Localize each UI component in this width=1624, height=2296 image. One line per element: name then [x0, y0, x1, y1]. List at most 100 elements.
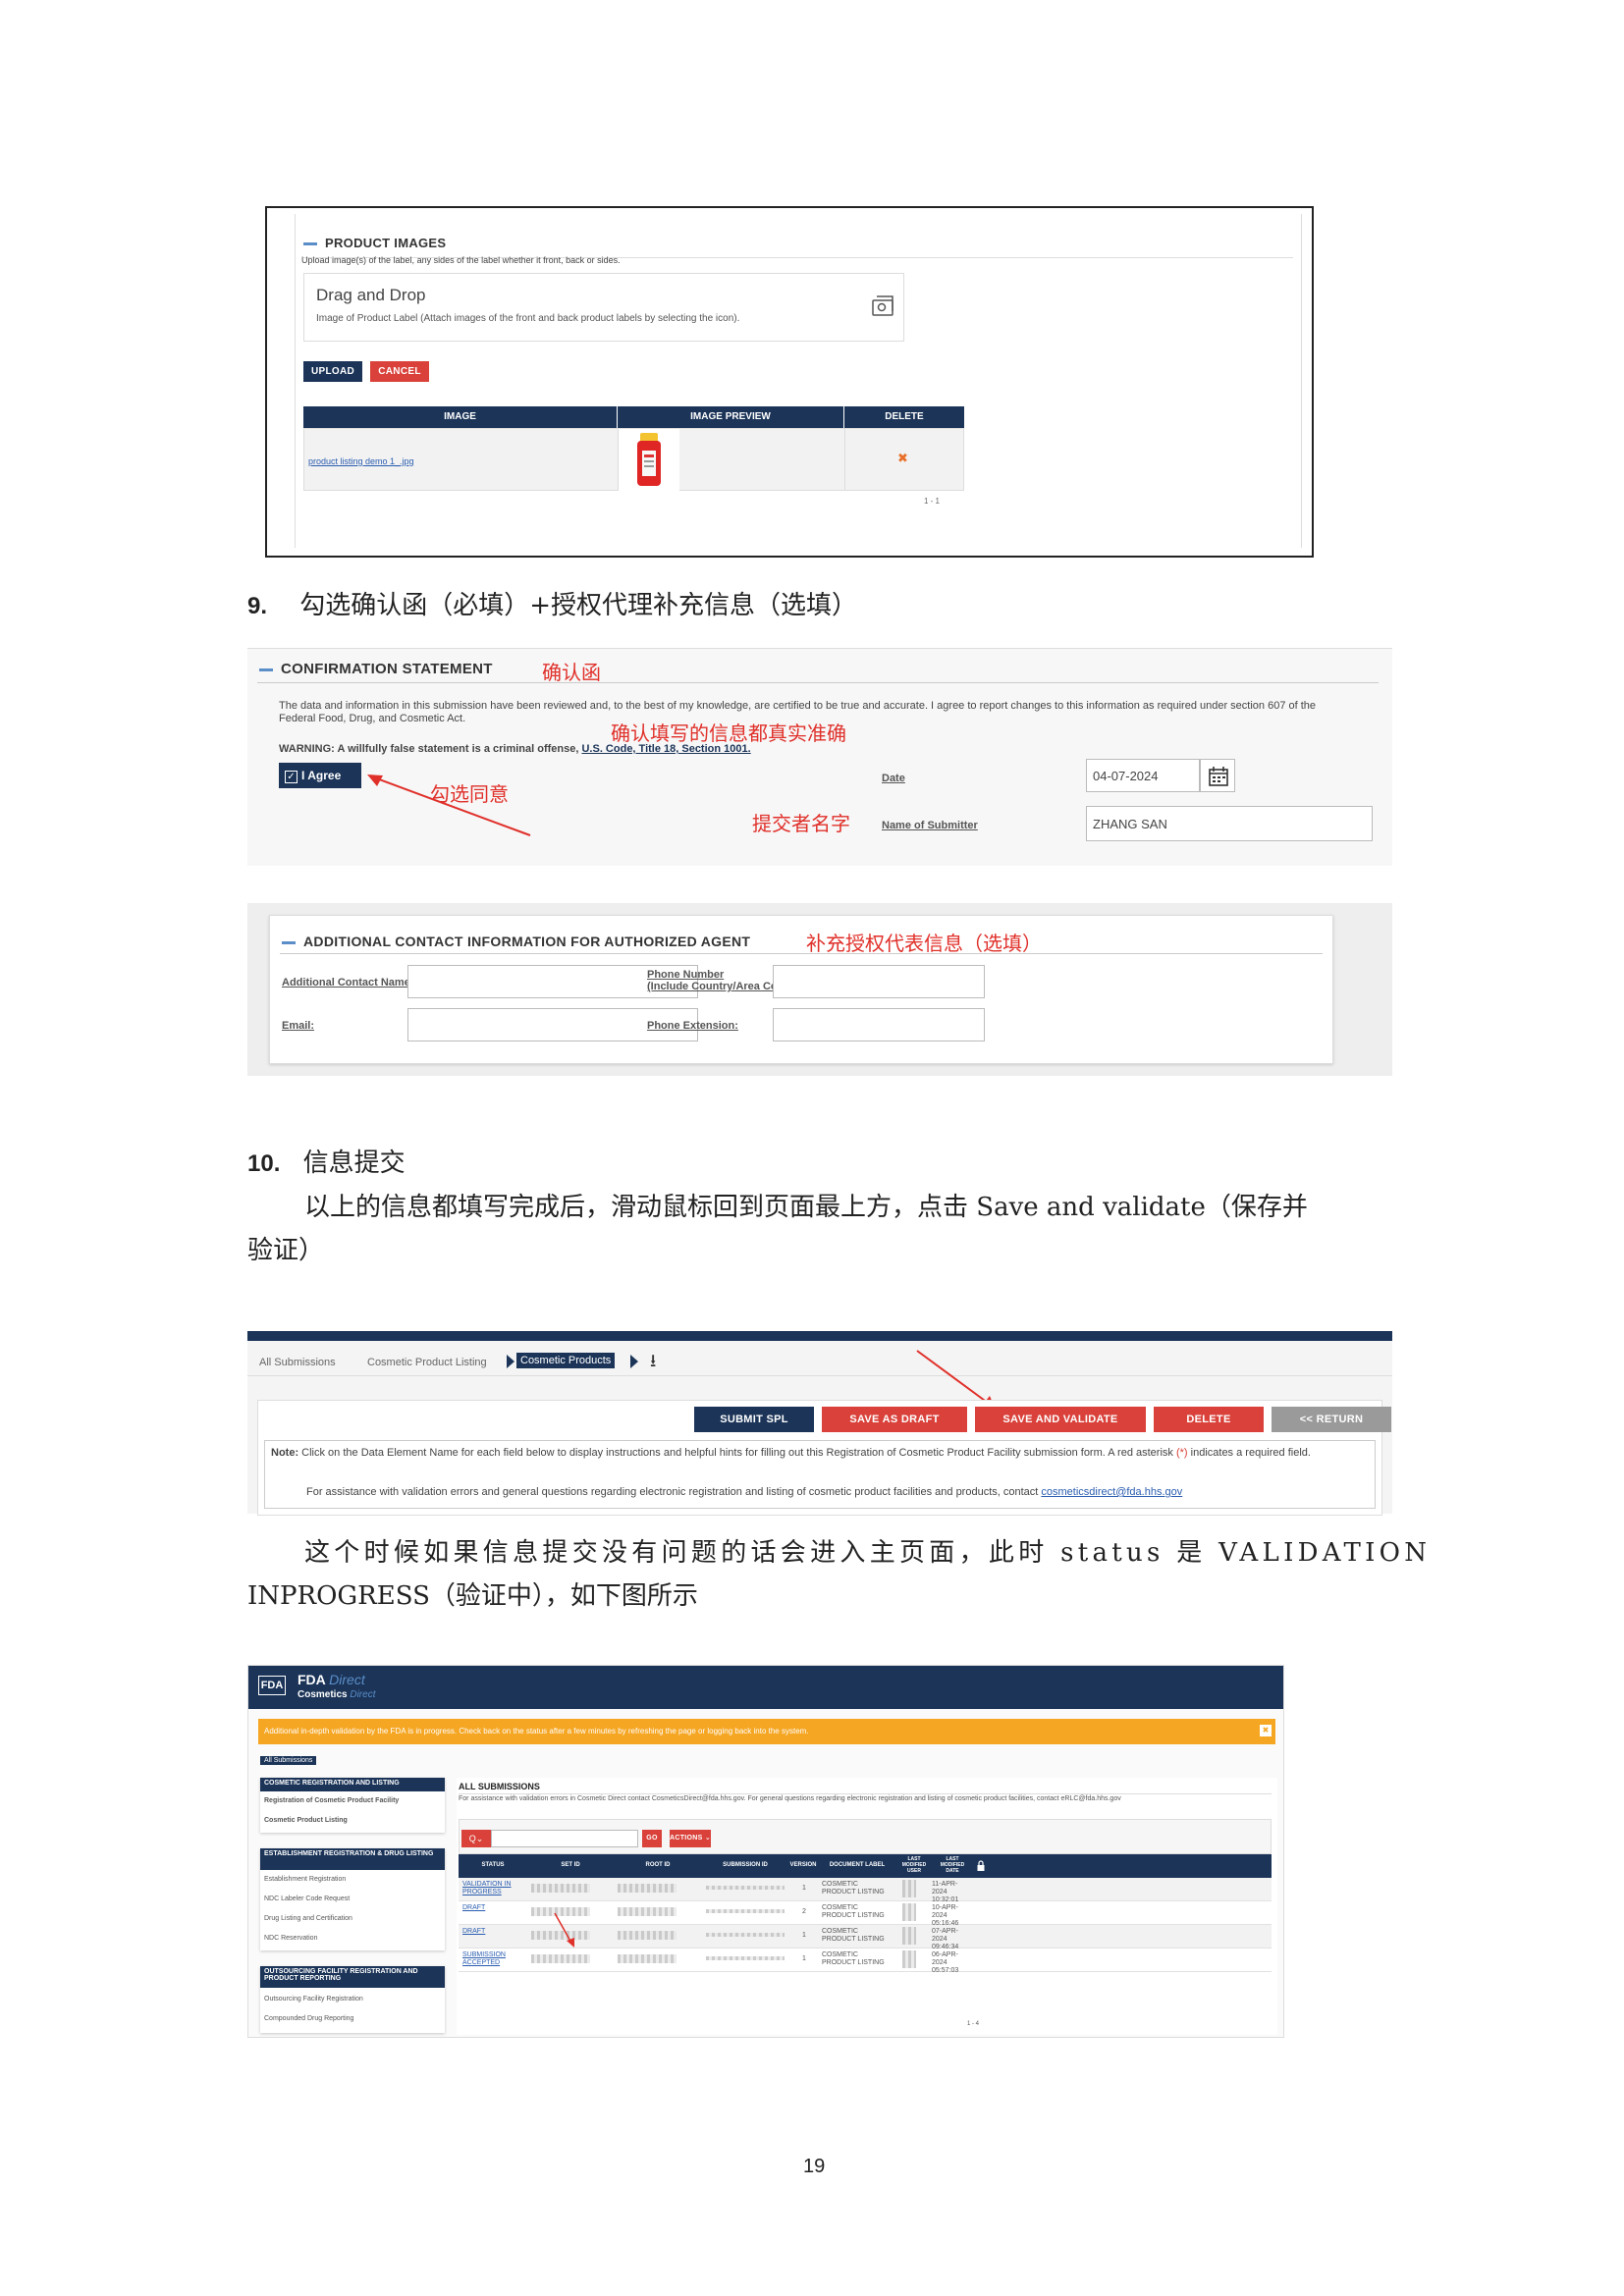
save-as-draft-button[interactable]: SAVE AS DRAFT [822, 1407, 967, 1432]
table-row[interactable]: DRAFT 1 COSMETIC PRODUCT LISTING 07-APR-… [459, 1925, 1272, 1950]
step-10-title: 信息提交 [302, 1148, 406, 1178]
nav-group: COSMETIC REGISTRATION AND LISTING Regist… [260, 1778, 445, 1833]
submissions-table-header: STATUS SET ID ROOT ID SUBMISSION ID VERS… [459, 1854, 1272, 1878]
warning-text: WARNING: A willfully false statement is … [279, 743, 751, 755]
step-9-heading: 9. 勾选确认函（必填）+授权代理补充信息（选填） [247, 585, 857, 621]
date-input[interactable] [1086, 759, 1200, 792]
i-agree-label: I Agree [301, 769, 342, 782]
redacted-submission-id [706, 1933, 785, 1937]
table-pager: 1 - 1 [924, 497, 941, 506]
search-input[interactable] [491, 1830, 638, 1847]
drag-drop-hint: Image of Product Label (Attach images of… [316, 313, 740, 324]
main-title: ALL SUBMISSIONS [459, 1782, 540, 1791]
product-images-title: PRODUCT IMAGES [303, 236, 446, 250]
breadcrumb: All Submissions Cosmetic Product Listing… [247, 1341, 1392, 1376]
table-pager: 1 - 4 [967, 2021, 980, 2027]
toolbar-panel: SUBMIT SPL SAVE AS DRAFT SAVE AND VALIDA… [257, 1400, 1391, 1516]
cancel-button[interactable]: CANCEL [370, 361, 429, 382]
nav-item-drug-listing[interactable]: Drug Listing and Certification [264, 1915, 352, 1922]
document-label-value: COSMETIC PRODUCT LISTING [822, 1928, 885, 1943]
calendar-button[interactable] [1200, 759, 1235, 792]
i-agree-checkbox[interactable]: ✓ I Agree [279, 763, 361, 788]
search-icon[interactable]: Q⌄ [461, 1830, 491, 1847]
validation-banner: Additional in-depth validation by the FD… [258, 1719, 1275, 1744]
table-row[interactable]: VALIDATION IN PROGRESS 1 COSMETIC PRODUC… [459, 1878, 1272, 1903]
nav-item-ndc-labeler[interactable]: NDC Labeler Code Request [264, 1896, 350, 1902]
download-icon[interactable]: ⭳ [650, 1349, 656, 1378]
save-and-validate-button[interactable]: SAVE AND VALIDATE [975, 1407, 1146, 1432]
nav-item-compounded[interactable]: Compounded Drug Reporting [264, 2015, 353, 2022]
status-link[interactable]: DRAFT [462, 1928, 527, 1936]
document-label-value: COSMETIC PRODUCT LISTING [822, 1904, 885, 1919]
warning-prefix: WARNING: A willfully false statement is … [279, 743, 579, 755]
agent-title: ADDITIONAL CONTACT INFORMATION FOR AUTHO… [282, 934, 750, 949]
note-submitter: 提交者名字 [752, 812, 850, 835]
redacted-user [902, 1880, 916, 1897]
result-text-line-2: INPROGRESS（验证中），如下图所示 [247, 1581, 698, 1611]
note-body: Click on the Data Element Name for each … [301, 1447, 1173, 1459]
go-button[interactable]: GO [642, 1830, 662, 1847]
product-images-hint: Upload image(s) of the label, any sides … [301, 255, 621, 265]
note-tail: indicates a required field. [1190, 1447, 1311, 1459]
assist-email-link[interactable]: cosmeticsdirect@fda.hhs.gov [1041, 1486, 1182, 1498]
step-10-heading: 10. 信息提交 [247, 1143, 406, 1179]
col-document-label: DOCUMENT LABEL [818, 1862, 896, 1868]
nav-item-establishment[interactable]: Establishment Registration [264, 1876, 346, 1883]
breadcrumb-cosmetic-product-listing[interactable]: Cosmetic Product Listing [367, 1357, 487, 1368]
status-link[interactable]: VALIDATION IN PROGRESS [462, 1881, 527, 1896]
redacted-user [902, 1950, 916, 1968]
table-row[interactable]: DRAFT 2 COSMETIC PRODUCT LISTING 10-APR-… [459, 1901, 1272, 1927]
note-bold: Note: [271, 1447, 299, 1459]
return-button[interactable]: << RETURN [1272, 1407, 1391, 1432]
image-file-link[interactable]: product listing demo 1_.jpg [308, 456, 414, 466]
checkbox-check-icon: ✓ [285, 771, 298, 783]
authorized-agent-panel: ADDITIONAL CONTACT INFORMATION FOR AUTHO… [269, 915, 1333, 1064]
breadcrumb-chevron-icon [507, 1355, 514, 1368]
brand-direct-2: Direct [350, 1689, 376, 1700]
delete-icon[interactable]: ✖ [897, 451, 908, 466]
drag-drop-title: Drag and Drop [316, 286, 426, 304]
step-9-number: 9. [247, 593, 268, 619]
fda-app-screenshot: FDA FDA Direct Cosmetics Direct Addition… [247, 1665, 1284, 2038]
drag-drop-zone[interactable]: Drag and Drop Image of Product Label (At… [303, 273, 904, 342]
phone-extension-input[interactable] [773, 1008, 985, 1041]
us-code-link[interactable]: U.S. Code, Title 18, Section 1001. [581, 743, 750, 755]
brand-line-1: FDA Direct [298, 1672, 365, 1687]
nav-item-outsourcing[interactable]: Outsourcing Facility Registration [264, 1996, 363, 2002]
authorized-agent-screenshot: ADDITIONAL CONTACT INFORMATION FOR AUTHO… [247, 903, 1392, 1076]
actions-button[interactable]: ACTIONS ⌄ [670, 1830, 711, 1847]
redacted-user [902, 1903, 916, 1921]
submitter-name-input[interactable] [1086, 806, 1373, 841]
step-10-text-line-2: 验证） [247, 1236, 325, 1265]
breadcrumb-cosmetic-products[interactable]: Cosmetic Products [516, 1353, 616, 1368]
note-box: Note: Click on the Data Element Name for… [264, 1440, 1376, 1509]
nav-group: ESTABLISHMENT REGISTRATION & DRUG LISTIN… [260, 1848, 445, 1950]
nav-item-ndc-reservation[interactable]: NDC Reservation [264, 1935, 317, 1942]
image-upload-icon[interactable] [872, 295, 895, 317]
delete-button[interactable]: DELETE [1154, 1407, 1264, 1432]
nav-item-product-listing[interactable]: Cosmetic Product Listing [264, 1817, 348, 1824]
redacted-set-id [531, 1954, 590, 1963]
upload-button[interactable]: UPLOAD [303, 361, 362, 382]
column-header-image: IMAGE [303, 406, 617, 428]
app-breadcrumb[interactable]: All Submissions [260, 1756, 317, 1765]
col-root-id: ROOT ID [614, 1862, 702, 1868]
breadcrumb-chevron-icon [630, 1355, 638, 1368]
redacted-root-id [618, 1907, 677, 1916]
close-icon[interactable]: ✖ [1260, 1725, 1272, 1736]
toolbar-screenshot: All Submissions Cosmetic Product Listing… [247, 1331, 1392, 1516]
status-link[interactable]: DRAFT [462, 1904, 527, 1912]
search-bar: Q⌄ GO ACTIONS ⌄ [459, 1819, 1272, 1854]
breadcrumb-all-submissions[interactable]: All Submissions [259, 1357, 336, 1368]
submit-spl-button[interactable]: SUBMIT SPL [694, 1407, 814, 1432]
email-label: Email: [282, 1020, 315, 1032]
redacted-root-id [618, 1884, 677, 1893]
version-value: 2 [802, 1908, 806, 1915]
phone-number-input[interactable] [773, 965, 985, 998]
table-row[interactable]: SUBMISSION ACCEPTED 1 COSMETIC PRODUCT L… [459, 1949, 1272, 1974]
nav-item-registration[interactable]: Registration of Cosmetic Product Facilit… [264, 1797, 399, 1804]
status-link[interactable]: SUBMISSION ACCEPTED [462, 1951, 527, 1967]
col-version: VERSION [788, 1862, 818, 1868]
brand-fda: FDA [298, 1672, 326, 1687]
step-10-text-line-1: 以上的信息都填写完成后，滑动鼠标回到页面最上方，点击 Save and vali… [304, 1193, 1308, 1222]
